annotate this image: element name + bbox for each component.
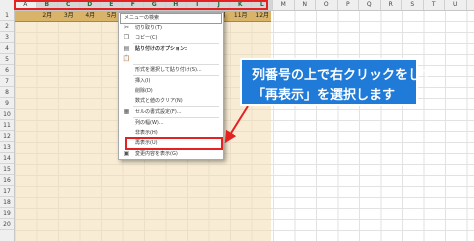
instruction-callout: 列番号の上で右クリックをして 「再表示」を選択します <box>240 58 434 106</box>
callout-line-1: 列番号の上で右クリックをして <box>252 68 434 83</box>
pointer-arrow <box>224 105 249 144</box>
callout-line-2: 「再表示」を選択します <box>252 88 396 103</box>
